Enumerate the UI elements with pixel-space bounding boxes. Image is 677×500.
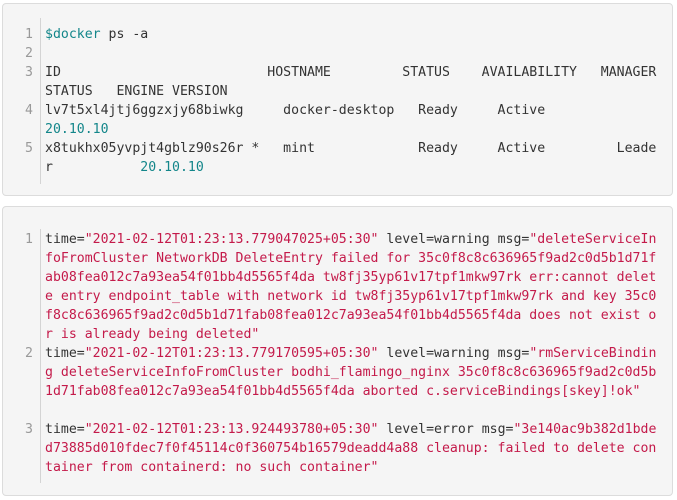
engine-version: 20.10.10 [140,160,204,175]
docker-ps-code-block: 1 $docker ps -a 2 3 ID HOSTNAME STATUS A… [2,3,673,196]
time-key: time= [45,346,85,361]
msg-value: "deleteServiceInfoFromCluster NetworkDB … [45,232,657,342]
shell-prompt: $docker [45,27,101,42]
line-number: 2 [25,46,33,61]
line-number: 1 [25,232,33,247]
time-key: time= [45,422,85,437]
time-value: "2021-02-12T01:23:13.924493780+05:30" [84,422,379,437]
line-number-gutter [40,18,41,184]
node-row-text: lv7t5xl4jtj6ggzxjy68biwkg docker-desktop… [45,101,657,139]
level: level=warning [386,346,490,361]
level: level=warning [386,232,490,247]
msg-key: msg= [481,422,514,437]
line-number: 3 [25,65,33,80]
table-header-text: ID HOSTNAME STATUS AVAILABILITY MANAGER … [45,65,665,99]
time-value: "2021-02-12T01:23:13.779047025+05:30" [84,232,379,247]
line-number: 1 [25,27,33,42]
log-text: time="2021-02-12T01:23:13.779047025+05:3… [45,230,657,344]
time-value: "2021-02-12T01:23:13.779170595+05:30" [84,346,379,361]
log-text: time="2021-02-12T01:23:13.924493780+05:3… [45,420,657,477]
line-number-gutter [40,229,41,483]
node-row-fields: x8tukhx05yvpjt4gblz90s26r * mint Ready A… [45,141,657,175]
node-row-fields: lv7t5xl4jtj6ggzxjy68biwkg docker-desktop… [45,103,546,118]
engine-version: 20.10.10 [45,122,109,137]
log-code-block: 1 time="2021-02-12T01:23:13.779047025+05… [2,206,673,496]
line-number: 5 [25,141,33,156]
level: level=error [386,422,474,437]
line-number: 3 [25,422,33,437]
msg-key: msg= [497,346,530,361]
node-row-text: x8tukhx05yvpjt4gblz90s26r * mint Ready A… [45,139,657,177]
msg-key: msg= [497,232,530,247]
log-text: time="2021-02-12T01:23:13.779170595+05:3… [45,344,657,401]
time-key: time= [45,232,85,247]
line-number: 2 [25,346,33,361]
line-number: 4 [25,103,33,118]
command-text: ps -a [100,27,149,42]
code-text: $docker ps -a [45,25,657,44]
